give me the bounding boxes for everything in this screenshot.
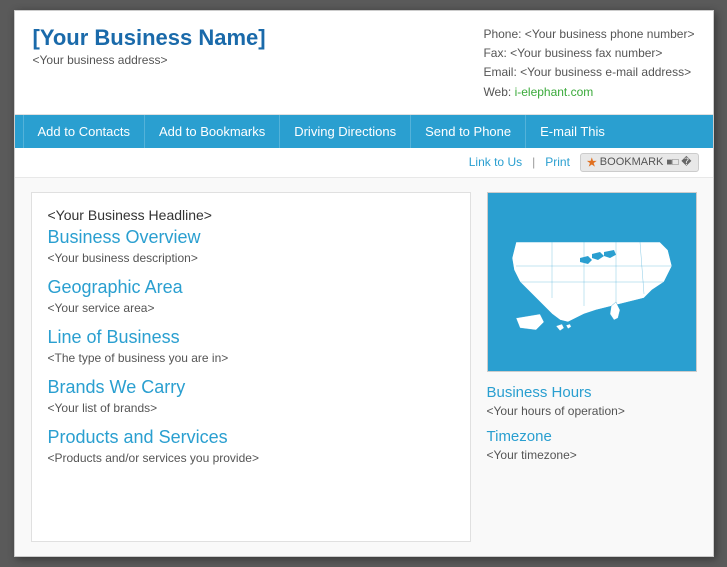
content-right: Business Hours <Your hours of operation>…	[487, 192, 697, 542]
section-title-2: Line of Business	[48, 327, 454, 348]
section-title-4: Products and Services	[48, 427, 454, 448]
email-label: Email: <Your business e-mail address>	[483, 63, 694, 82]
section-desc-4: <Products and/or services you provide>	[48, 451, 454, 465]
nav-email-this[interactable]: E-mail This	[526, 115, 619, 148]
business-name: [Your Business Name]	[33, 25, 266, 51]
section-desc-0: <Your business description>	[48, 251, 454, 265]
nav-add-bookmarks[interactable]: Add to Bookmarks	[145, 115, 280, 148]
section-title-1: Geographic Area	[48, 277, 454, 298]
bookmark-icon: ★	[587, 156, 597, 169]
web-label: Web: i-elephant.com	[483, 83, 694, 102]
sidebar-section-desc-0: <Your hours of operation>	[487, 404, 697, 418]
business-headline: <Your Business Headline>	[48, 207, 454, 223]
fax-label: Fax: <Your business fax number>	[483, 44, 694, 63]
utility-bar: Link to Us | Print ★ BOOKMARK ■□ �	[15, 148, 713, 178]
page-wrapper: [Your Business Name] <Your business addr…	[14, 10, 714, 557]
bookmark-icons-extra: ■□ �	[666, 157, 691, 168]
usa-map	[492, 202, 692, 362]
print-link[interactable]: Print	[545, 155, 570, 169]
content-left: <Your Business Headline> Business Overvi…	[31, 192, 471, 542]
bookmark-button[interactable]: ★ BOOKMARK ■□ �	[580, 153, 699, 172]
bookmark-label: BOOKMARK	[600, 156, 664, 168]
header-right: Phone: <Your business phone number> Fax:…	[483, 25, 694, 102]
header-left: [Your Business Name] <Your business addr…	[33, 25, 266, 102]
sidebar-section-desc-1: <Your timezone>	[487, 448, 697, 462]
header: [Your Business Name] <Your business addr…	[15, 11, 713, 115]
business-address: <Your business address>	[33, 53, 266, 67]
section-desc-3: <Your list of brands>	[48, 401, 454, 415]
section-title-0: Business Overview	[48, 227, 454, 248]
nav-send-to-phone[interactable]: Send to Phone	[411, 115, 526, 148]
sidebar-section-title-1: Timezone	[487, 428, 697, 445]
section-desc-1: <Your service area>	[48, 301, 454, 315]
nav-bar: Add to Contacts Add to Bookmarks Driving…	[15, 115, 713, 148]
nav-driving-directions[interactable]: Driving Directions	[280, 115, 411, 148]
main-content: <Your Business Headline> Business Overvi…	[15, 178, 713, 556]
link-to-us[interactable]: Link to Us	[469, 155, 522, 169]
map-container	[487, 192, 697, 372]
sidebar-section-title-0: Business Hours	[487, 384, 697, 401]
nav-add-contacts[interactable]: Add to Contacts	[23, 115, 146, 148]
section-title-3: Brands We Carry	[48, 377, 454, 398]
utility-divider: |	[532, 155, 535, 169]
web-text: Web:	[483, 85, 514, 99]
phone-label: Phone: <Your business phone number>	[483, 25, 694, 44]
section-desc-2: <The type of business you are in>	[48, 351, 454, 365]
web-link[interactable]: i-elephant.com	[515, 85, 594, 99]
